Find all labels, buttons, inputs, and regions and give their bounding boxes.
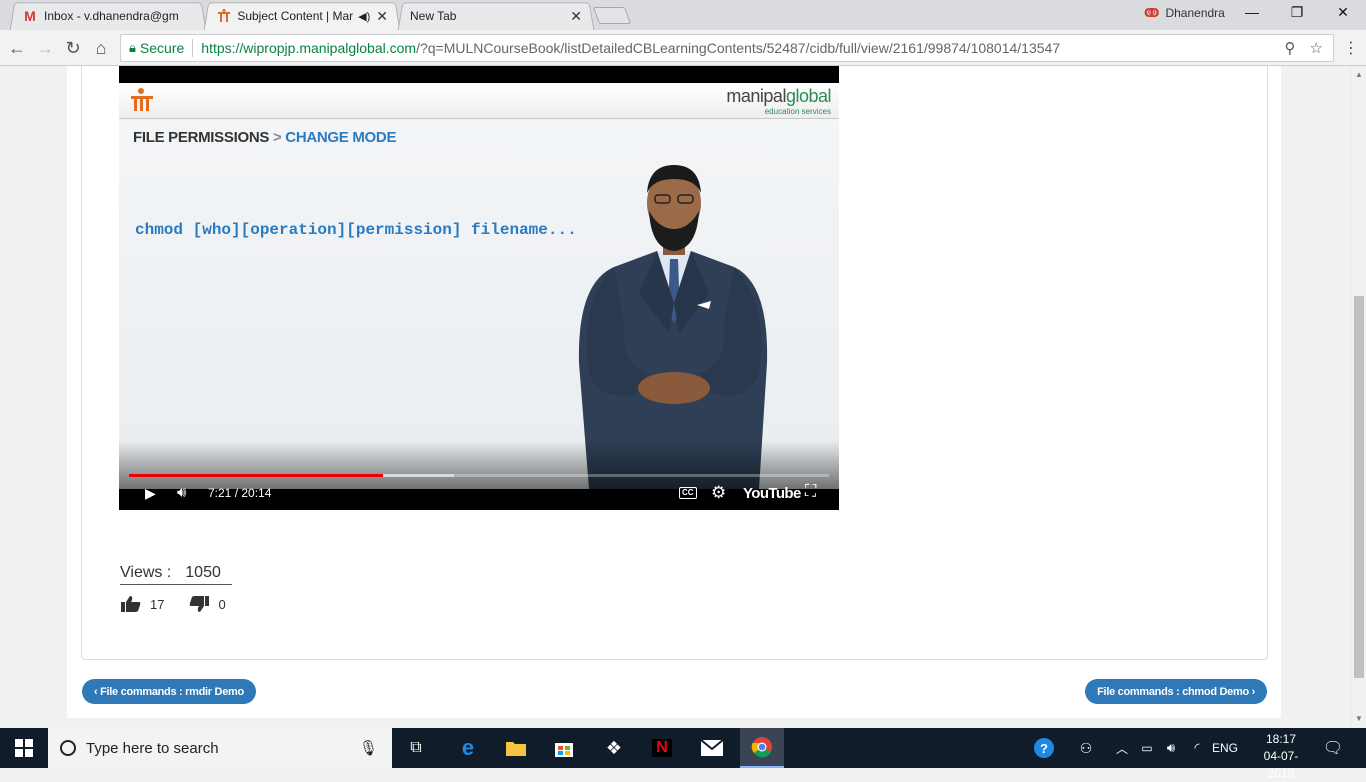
- lock-icon: 🔒︎: [129, 40, 136, 55]
- video-frame: manipalglobal education services FILE PE…: [119, 83, 839, 489]
- tab-title: Subject Content | Mar: [237, 9, 354, 23]
- prev-lesson-button[interactable]: ‹ File commands : rmdir Demo: [82, 679, 256, 704]
- microphone-icon[interactable]: 🎙︎: [359, 739, 378, 757]
- slide-section: FILE PERMISSIONS: [133, 129, 270, 146]
- progress-bar[interactable]: [129, 474, 829, 477]
- forward-icon[interactable]: →: [34, 37, 56, 59]
- dislikes-count: 0: [218, 596, 226, 612]
- clock-time: 18:17: [1265, 732, 1297, 746]
- video-time: 7:21 / 20:14: [208, 486, 272, 500]
- command-syntax: chmod [who][operation][permission] filen…: [135, 221, 577, 239]
- video-controls: ▶ 🔊︎ 7:21 / 20:14 CC ⚙ YouTube ⛶: [119, 483, 839, 507]
- people-icon[interactable]: ⚇: [1074, 728, 1098, 768]
- scroll-thumb[interactable]: [1354, 296, 1364, 678]
- battery-icon[interactable]: ▭: [1136, 728, 1158, 768]
- zoom-icon[interactable]: ⚲: [1285, 39, 1296, 57]
- close-icon[interactable]: ✕: [570, 8, 582, 25]
- url-host: https://wipropjp.manipalglobal.com: [201, 40, 417, 56]
- likes-count: 17: [150, 596, 165, 612]
- divider: [192, 39, 194, 57]
- search-icon: [60, 740, 76, 756]
- youtube-logo[interactable]: YouTube: [743, 485, 801, 502]
- profile-button[interactable]: ↂ Dhanendra: [1144, 6, 1225, 20]
- netflix-icon[interactable]: N: [642, 728, 682, 768]
- windows-taskbar: Type here to search 🎙︎ ⧉ e ❖ N ? ⚇ ︿ ▭ 🔊…: [0, 728, 1366, 780]
- scroll-down-icon[interactable]: ▼: [1355, 714, 1363, 723]
- tab-subject-content[interactable]: Subject Content | Mar ◀) ✕: [203, 2, 401, 31]
- dropbox-icon[interactable]: ❖: [594, 728, 634, 768]
- chrome-icon[interactable]: [740, 728, 784, 768]
- edge-icon[interactable]: e: [448, 728, 488, 768]
- slide-topic: CHANGE MODE: [285, 129, 397, 146]
- tab-strip: M Inbox - v.dhanendra@gm Subject Content…: [0, 0, 1366, 31]
- slide-header: manipalglobal education services: [119, 83, 839, 119]
- new-tab-button[interactable]: [592, 7, 632, 24]
- page-viewport: manipalglobal education services FILE PE…: [0, 66, 1350, 728]
- task-view-icon[interactable]: ⧉: [396, 728, 436, 768]
- thumbs-up-icon[interactable]: [120, 595, 142, 613]
- views-label: Views :: [120, 564, 172, 581]
- reload-icon[interactable]: ↻: [62, 37, 84, 59]
- wifi-icon[interactable]: ◜: [1186, 728, 1208, 768]
- search-placeholder: Type here to search: [86, 739, 219, 757]
- content-card: manipalglobal education services FILE PE…: [81, 66, 1268, 660]
- gmail-icon: M: [24, 8, 36, 24]
- windows-start-icon[interactable]: [0, 728, 48, 768]
- volume-icon[interactable]: 🔊︎: [177, 484, 186, 501]
- tab-inbox[interactable]: M Inbox - v.dhanendra@gm: [9, 2, 207, 31]
- bookmark-star-icon[interactable]: ☆: [1310, 39, 1323, 57]
- views-count: Views : 1050: [120, 564, 232, 585]
- brand-accent: global: [785, 86, 832, 106]
- secure-label: Secure: [139, 40, 185, 56]
- volume-tray-icon[interactable]: 🔊︎: [1160, 728, 1182, 768]
- close-icon[interactable]: ✕: [376, 8, 388, 25]
- taskbar-search[interactable]: Type here to search 🎙︎: [48, 728, 392, 768]
- video-player[interactable]: manipalglobal education services FILE PE…: [119, 66, 839, 510]
- rating-row: 17 0: [120, 595, 232, 613]
- clock-date: 04-07-2018: [1263, 749, 1299, 780]
- speaker-icon[interactable]: ◀): [358, 10, 370, 23]
- content-page: manipalglobal education services FILE PE…: [67, 66, 1281, 718]
- menu-icon[interactable]: ⋮: [1343, 38, 1359, 58]
- thumbs-down-icon[interactable]: [188, 595, 210, 613]
- mail-icon[interactable]: [690, 728, 734, 768]
- chevron-up-icon[interactable]: ︿: [1112, 728, 1132, 768]
- views-value: 1050: [185, 564, 221, 581]
- notifications-icon[interactable]: 🗨︎: [1318, 728, 1348, 768]
- help-icon[interactable]: ?: [1030, 728, 1058, 768]
- brand-logo: manipalglobal education services: [726, 86, 831, 116]
- video-stats: Views : 1050 17 0: [120, 564, 232, 613]
- brand-main: manipal: [726, 86, 786, 106]
- play-icon[interactable]: ▶: [145, 485, 156, 502]
- manipal-logo-icon: [131, 88, 153, 111]
- slide-title: FILE PERMISSIONS > CHANGE MODE: [133, 129, 396, 146]
- tab-title: Inbox - v.dhanendra@gm: [44, 9, 179, 23]
- tab-title: New Tab: [410, 9, 457, 23]
- minimize-button[interactable]: —: [1229, 4, 1275, 20]
- slide-crumb-separator: >: [272, 129, 282, 146]
- home-icon[interactable]: ⌂: [90, 37, 112, 59]
- played-bar: [129, 474, 384, 477]
- page-scrollbar[interactable]: ▲ ▼: [1350, 66, 1366, 728]
- profile-icon: ↂ: [1144, 6, 1160, 20]
- settings-gear-icon[interactable]: ⚙: [711, 483, 726, 503]
- fullscreen-icon[interactable]: ⛶: [805, 483, 816, 501]
- url-path: /?q=MULNCourseBook/listDetailedCBLearnin…: [416, 40, 1061, 56]
- captions-button[interactable]: CC: [679, 487, 697, 499]
- file-explorer-icon[interactable]: [496, 728, 536, 768]
- scroll-up-icon[interactable]: ▲: [1355, 70, 1363, 79]
- brand-sub: education services: [764, 107, 831, 116]
- profile-name: Dhanendra: [1165, 6, 1225, 20]
- system-clock[interactable]: 18:17 04-07-2018: [1252, 731, 1310, 782]
- store-icon[interactable]: [544, 728, 584, 768]
- address-bar[interactable]: 🔒︎ Secure https://wipropjp.manipalglobal…: [120, 34, 1334, 62]
- language-indicator[interactable]: ENG: [1210, 728, 1240, 768]
- restore-button[interactable]: ❐: [1274, 4, 1320, 21]
- next-lesson-button[interactable]: File commands : chmod Demo ›: [1085, 679, 1267, 704]
- back-icon[interactable]: ←: [6, 37, 28, 59]
- close-window-button[interactable]: ✕: [1320, 4, 1366, 21]
- manipal-icon: [216, 8, 231, 24]
- tab-new-tab[interactable]: New Tab ✕: [397, 2, 595, 31]
- browser-toolbar: ← → ↻ ⌂ 🔒︎ Secure https://wipropjp.manip…: [0, 30, 1366, 66]
